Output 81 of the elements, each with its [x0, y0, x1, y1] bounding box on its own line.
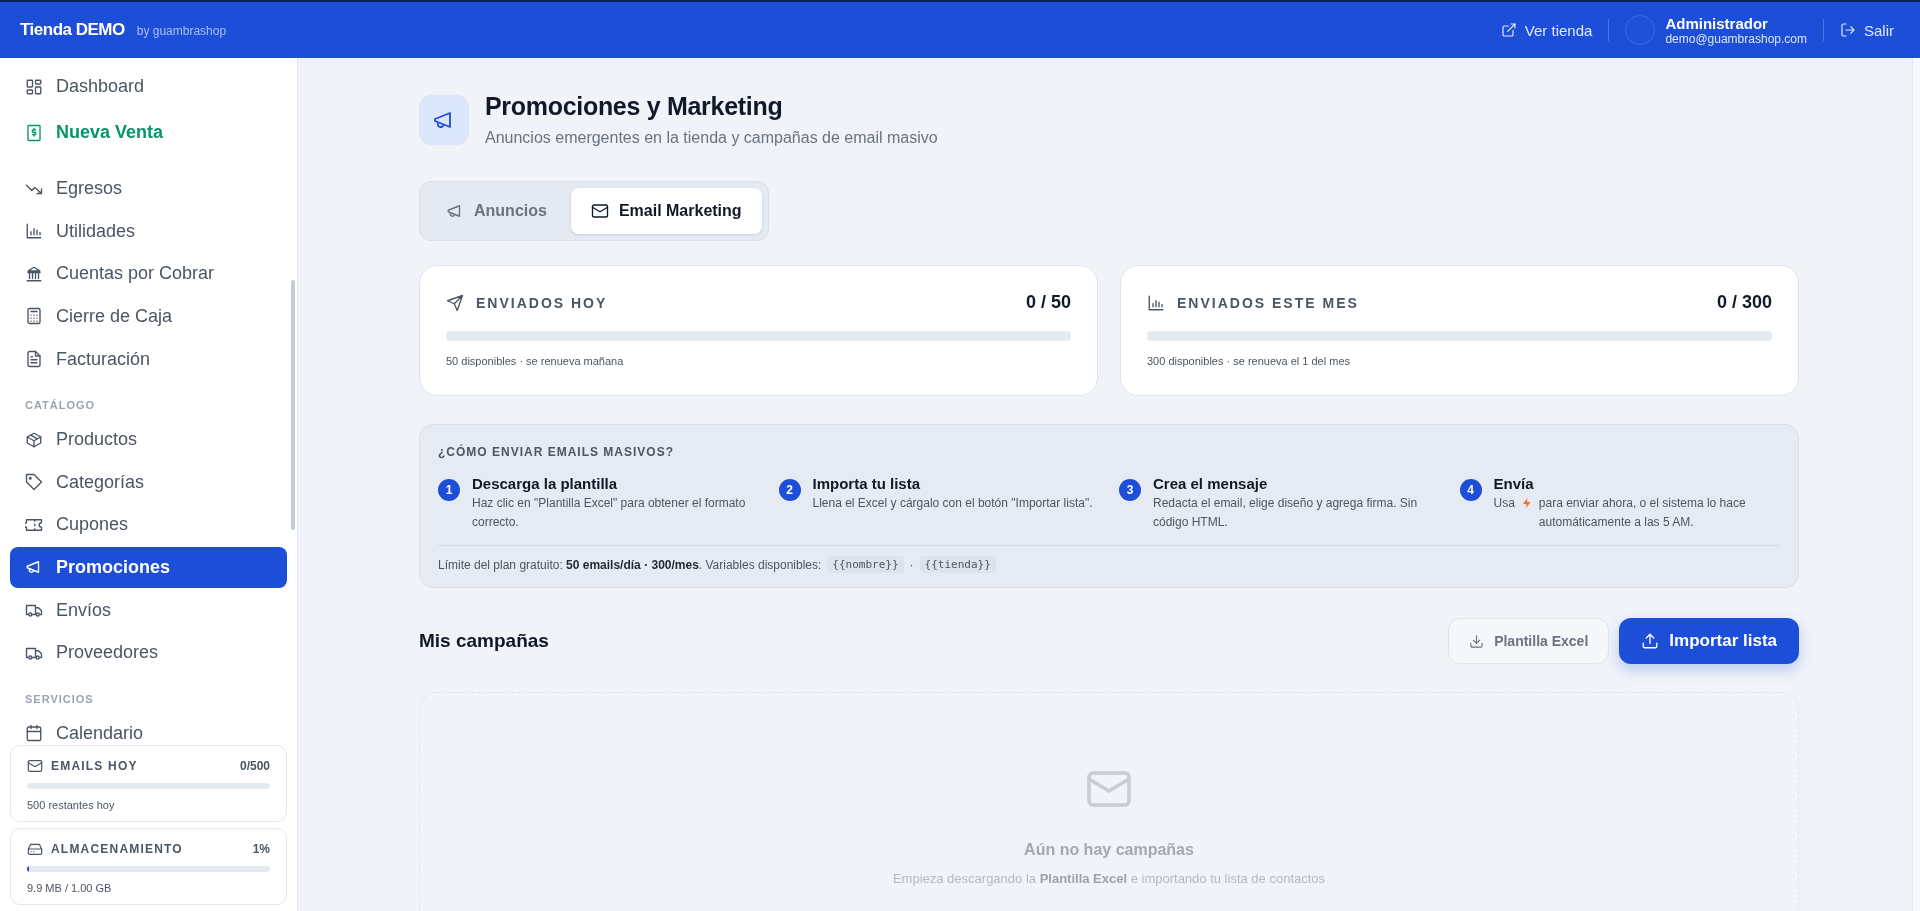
logout-icon: [1840, 22, 1856, 38]
logout-link[interactable]: Salir: [1840, 21, 1894, 39]
tab[interactable]: Anuncios: [426, 188, 567, 234]
dashboard-icon: [25, 77, 43, 96]
stat-value: 0 / 300: [1716, 292, 1772, 313]
step-text: para enviar ahora, o el sistema lo hace automáticamente a las 5 AM.: [1538, 495, 1747, 531]
plan-limit-text: Límite del plan gratuito: 50 emails/día · 300/mes. Variables disponibles:: [438, 557, 822, 572]
step-number: 2: [778, 479, 801, 501]
tag-icon: [25, 473, 43, 492]
stat-title: ENVIADOS HOY: [476, 294, 609, 311]
usage-value: 0/500: [239, 759, 270, 773]
user-name: Administrador: [1665, 14, 1769, 32]
sidebar-item[interactable]: Dashboard: [10, 66, 287, 107]
document-icon: [25, 350, 43, 369]
sidebar-item[interactable]: Envíos: [10, 589, 287, 631]
step-title: Importa tu lista: [812, 475, 921, 492]
sidebar-item[interactable]: Promociones: [10, 546, 287, 588]
step-text: Llena el Excel y cárgalo con el botón "Importar lista".: [812, 495, 1093, 512]
step-title: Descarga la plantilla: [472, 475, 619, 492]
bar-chart-icon: [1147, 293, 1165, 312]
sidebar-item[interactable]: Utilidades: [10, 210, 287, 252]
bar-chart-icon: [25, 222, 43, 241]
sidebar-item[interactable]: Calendario: [10, 712, 287, 745]
variable-tag: {{tienda}}: [919, 556, 996, 574]
download-icon: [1469, 633, 1485, 649]
stat-value: 0 / 50: [1025, 292, 1071, 313]
section-label: CATÁLOGO: [24, 398, 97, 414]
section-label: SERVICIOS: [24, 691, 95, 707]
calendar-icon: [25, 724, 43, 743]
mail-icon: [590, 202, 609, 220]
stat-note: 300 disponibles · se renueva el 1 del mes: [1147, 355, 1351, 367]
sidebar-item[interactable]: Egresos: [10, 168, 287, 210]
guide-title: ¿CÓMO ENVIAR EMAILS MASIVOS?: [438, 445, 675, 459]
stat-note: 50 disponibles · se renueva mañana: [446, 355, 625, 367]
step-number: 4: [1459, 479, 1482, 501]
usage-title: ALMACENAMIENTO: [51, 842, 184, 856]
mail-icon: [27, 758, 43, 774]
dollar-receipt-icon: [25, 123, 43, 142]
usage-note: 500 restantes hoy: [27, 799, 116, 811]
tab[interactable]: Email Marketing: [570, 188, 762, 234]
brand-name[interactable]: Tienda DEMO: [20, 20, 125, 40]
stat-title: ENVIADOS ESTE MES: [1177, 294, 1360, 311]
sidebar-item[interactable]: Proveedores: [10, 632, 287, 674]
separator: ·: [909, 557, 914, 572]
step-number: 3: [1119, 479, 1141, 501]
lightning-icon: [1520, 497, 1533, 509]
hard-drive-icon: [27, 841, 43, 857]
avatar[interactable]: [1625, 15, 1656, 45]
empty-title: Aún no hay campañas: [1024, 841, 1194, 860]
box-icon: [25, 430, 43, 449]
sidebar-item[interactable]: Categorías: [10, 461, 287, 503]
upload-icon: [1641, 632, 1660, 651]
sidebar-item[interactable]: Nueva Venta: [10, 108, 287, 157]
brand-tagline: by guambrashop: [136, 24, 227, 38]
usage-title: EMAILS HOY: [51, 759, 139, 773]
step-text: Redacta el email, elige diseño y agrega firma. Sin código HTML.: [1153, 495, 1419, 531]
send-icon: [446, 293, 464, 312]
template-button[interactable]: Plantilla Excel: [1448, 618, 1610, 665]
step-text: Haz clic en "Plantilla Excel" para obtener el formato correcto.: [472, 495, 747, 531]
usage-value: 1%: [252, 842, 270, 856]
user-email: demo@guambrashop.com: [1665, 31, 1807, 46]
page-title: Promociones y Marketing: [485, 92, 784, 121]
step-number: 1: [438, 479, 460, 501]
view-store-link[interactable]: Ver tienda: [1500, 21, 1593, 39]
sidebar-item[interactable]: Facturación: [10, 338, 287, 380]
step-title: Crea el mensaje: [1153, 475, 1269, 492]
sidebar-item[interactable]: Productos: [10, 419, 287, 461]
sidebar-item[interactable]: Cierre de Caja: [10, 295, 287, 337]
bank-icon: [25, 264, 43, 283]
usage-note: 9.9 MB / 1.00 GB: [27, 882, 113, 894]
page-subtitle: Anuncios emergentes en la tienda y campañas de email masivo: [485, 129, 938, 147]
external-link-icon: [1500, 22, 1517, 38]
empty-text: Empieza descargando la Plantilla Excel e importando tu lista de contactos: [892, 871, 1326, 887]
section-title: Mis campañas: [419, 630, 549, 653]
sidebar-item[interactable]: Cuentas por Cobrar: [10, 253, 287, 295]
calculator-icon: [25, 307, 43, 326]
variable-tag: {{nombre}}: [827, 556, 904, 574]
step-text: Usa: [1493, 495, 1515, 512]
sidebar-item[interactable]: Cupones: [10, 504, 287, 546]
import-button[interactable]: Importar lista: [1619, 618, 1799, 665]
step-title: Envía: [1493, 475, 1535, 492]
